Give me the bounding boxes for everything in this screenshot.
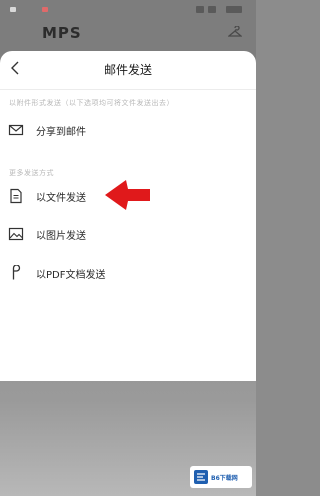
- watermark: B6下载网: [190, 466, 252, 488]
- section-label: 以附件形式发送（以下选项均可将文件发送出去）: [9, 99, 174, 107]
- send-as-pdf-option[interactable]: 以PDF文档发送: [0, 256, 256, 290]
- pdf-icon: [12, 265, 21, 280]
- share-to-email-option[interactable]: 分享到邮件: [0, 113, 256, 147]
- image-icon: [8, 227, 24, 241]
- send-as-image-option[interactable]: 以图片发送: [0, 217, 256, 251]
- section-label: 更多发送方式: [9, 169, 54, 177]
- hanger-icon: [228, 26, 242, 37]
- option-label: 以PDF文档发送: [36, 270, 106, 281]
- email-send-sheet: 邮件发送 以附件形式发送（以下选项均可将文件发送出去） 分享到邮件 更多发送方式…: [0, 51, 256, 381]
- status-indicator-1: [10, 7, 16, 12]
- watermark-text: B6下载网: [211, 474, 238, 482]
- option-label: 以图片发送: [36, 231, 86, 242]
- battery-icon: [226, 6, 242, 13]
- file-icon: [10, 188, 22, 204]
- red-pointer-arrow-icon: [105, 180, 150, 210]
- status-bar: [0, 0, 256, 20]
- status-indicator-2: [42, 7, 48, 12]
- wifi-icon: [208, 6, 216, 13]
- option-label: 分享到邮件: [36, 127, 86, 138]
- signal-icon: [196, 6, 204, 13]
- mail-icon: [8, 124, 24, 136]
- divider: [0, 89, 256, 90]
- watermark-logo-icon: [194, 470, 208, 484]
- sheet-title: 邮件发送: [103, 63, 152, 77]
- app-logo: MPS: [42, 24, 82, 42]
- option-label: 以文件发送: [36, 193, 86, 204]
